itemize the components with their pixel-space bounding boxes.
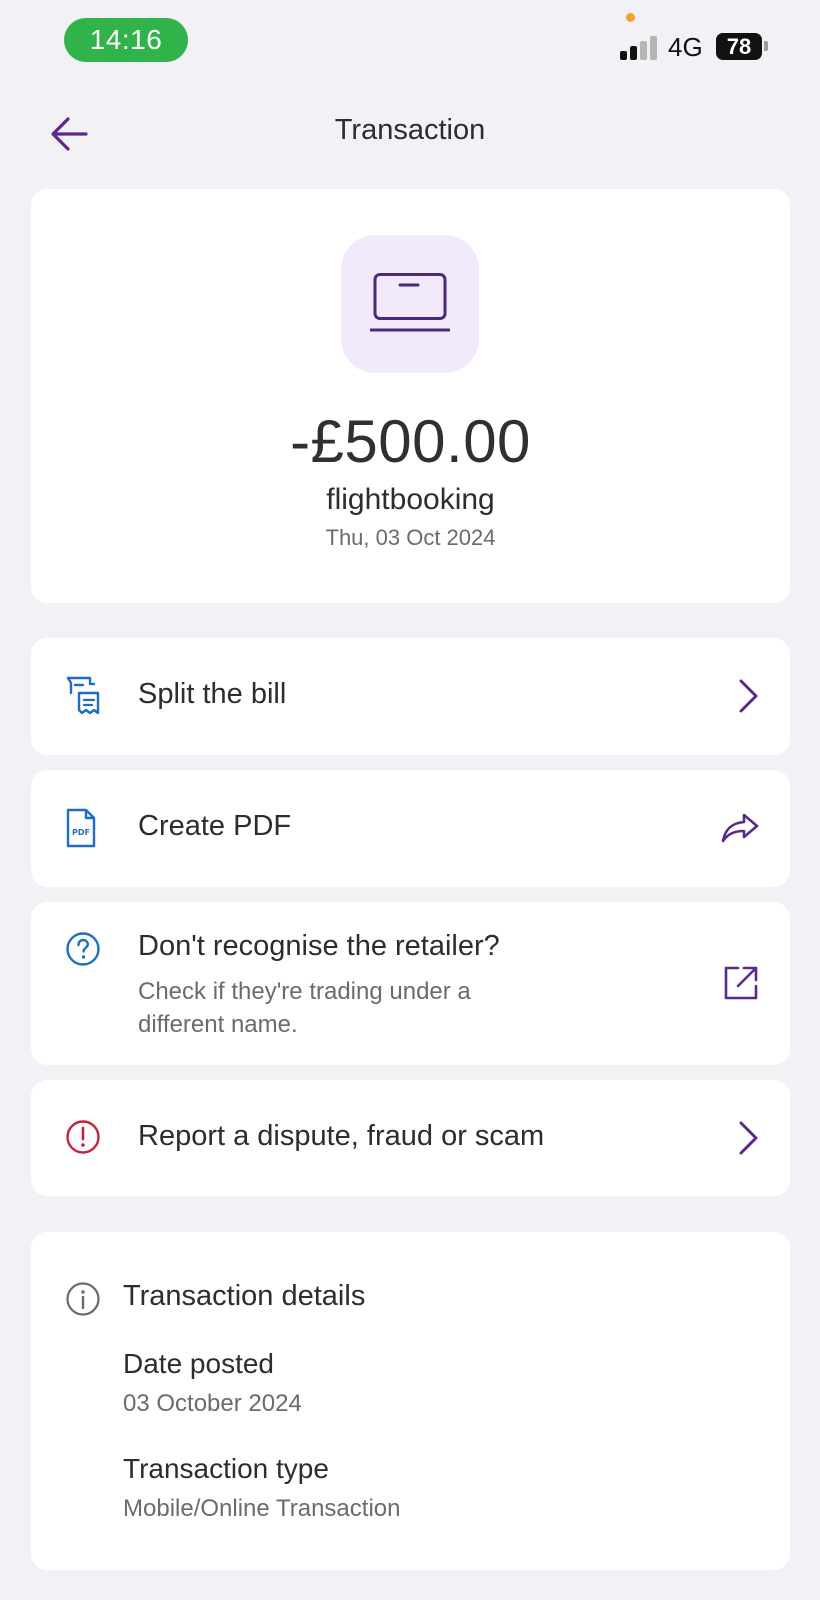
unrecognised-retailer-label: Don't recognise the retailer? [138, 930, 500, 962]
battery-level: 78 [716, 33, 762, 60]
alert-circle-icon [66, 1120, 100, 1154]
status-time[interactable]: 14:16 [64, 18, 188, 62]
transaction-details-card: Transaction details Date posted 03 Octob… [31, 1232, 790, 1570]
privacy-indicator-dot [626, 13, 635, 22]
status-bar: 14:16 4G 78 [0, 0, 820, 80]
transaction-type-value: Mobile/Online Transaction [123, 1495, 401, 1522]
transaction-amount: -£500.00 [290, 408, 531, 475]
create-pdf-row[interactable]: PDF Create PDF [31, 770, 790, 887]
signal-strength-icon [620, 36, 660, 60]
merchant-name: flightbooking [326, 483, 495, 516]
nav-header: Transaction [0, 96, 820, 172]
transaction-summary-card: -£500.00 flightbooking Thu, 03 Oct 2024 [31, 189, 790, 603]
unrecognised-retailer-row[interactable]: Don't recognise the retailer? Check if t… [31, 902, 790, 1065]
info-circle-icon [66, 1282, 100, 1316]
pdf-file-icon: PDF [66, 808, 96, 848]
report-dispute-label: Report a dispute, fraud or scam [138, 1120, 545, 1152]
unrecognised-retailer-sublabel: Check if they're trading under a differe… [138, 978, 471, 1038]
transaction-type-label: Transaction type [123, 1453, 329, 1484]
network-type: 4G [668, 32, 703, 62]
chevron-right-icon [739, 1121, 758, 1155]
transaction-date: Thu, 03 Oct 2024 [325, 525, 496, 550]
laptop-icon [370, 273, 450, 332]
date-posted-value: 03 October 2024 [123, 1390, 302, 1417]
receipt-split-icon [66, 676, 100, 715]
share-arrow-icon [721, 813, 759, 843]
date-posted-label: Date posted [123, 1348, 274, 1379]
merchant-category-badge [341, 235, 479, 373]
page-title: Transaction [334, 114, 486, 146]
details-title: Transaction details [123, 1280, 366, 1312]
create-pdf-label: Create PDF [138, 810, 292, 842]
split-bill-row[interactable]: Split the bill [31, 638, 790, 755]
chevron-right-icon [739, 679, 758, 713]
question-circle-icon [66, 932, 100, 966]
battery-tip [764, 41, 768, 51]
external-link-icon [724, 966, 758, 1000]
split-bill-label: Split the bill [138, 678, 287, 710]
svg-text:PDF: PDF [72, 828, 90, 837]
report-dispute-row[interactable]: Report a dispute, fraud or scam [31, 1080, 790, 1196]
